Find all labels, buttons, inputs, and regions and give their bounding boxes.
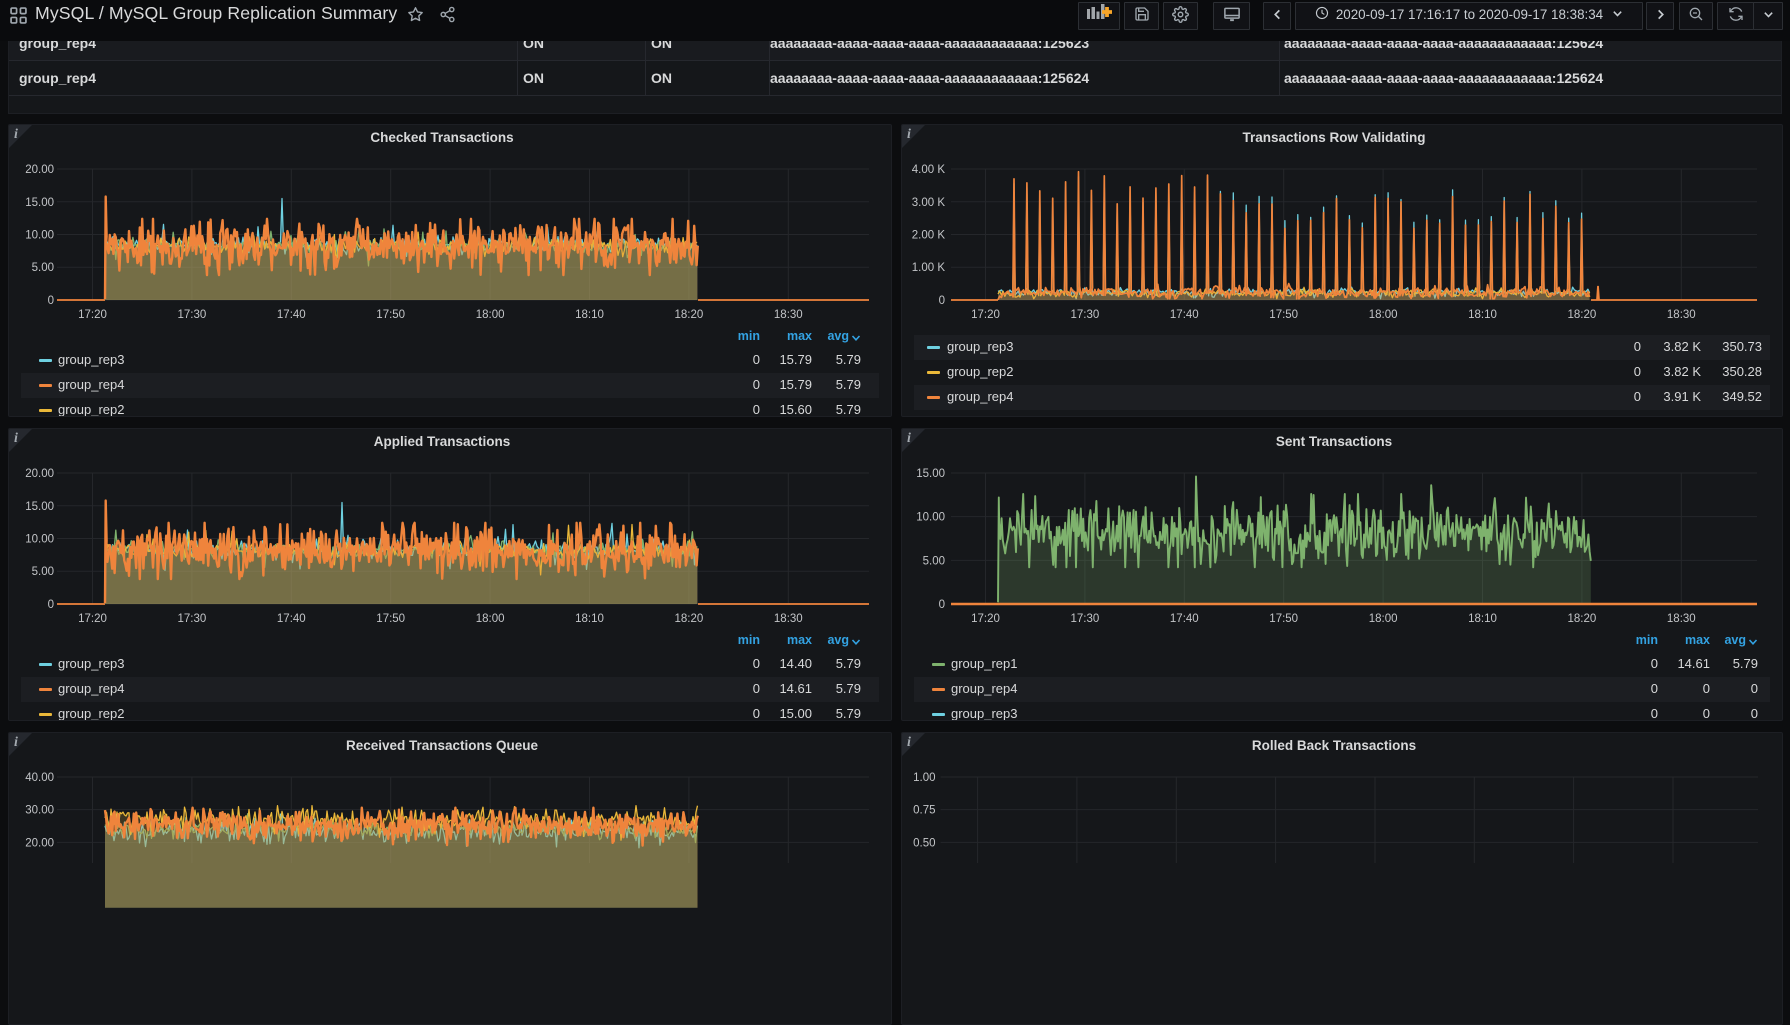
svg-text:18:30: 18:30 bbox=[1667, 613, 1696, 625]
svg-text:2.00 K: 2.00 K bbox=[912, 230, 946, 242]
svg-text:10.00: 10.00 bbox=[25, 230, 54, 242]
svg-text:5.00: 5.00 bbox=[32, 262, 54, 274]
svg-text:15.00: 15.00 bbox=[916, 468, 945, 480]
svg-text:18:30: 18:30 bbox=[774, 613, 803, 625]
svg-text:20.00: 20.00 bbox=[25, 837, 54, 849]
svg-text:18:20: 18:20 bbox=[675, 613, 704, 625]
svg-text:18:10: 18:10 bbox=[1468, 309, 1497, 321]
svg-text:17:40: 17:40 bbox=[1170, 613, 1199, 625]
svg-text:0: 0 bbox=[48, 295, 54, 307]
svg-text:17:30: 17:30 bbox=[1071, 613, 1100, 625]
svg-text:18:00: 18:00 bbox=[476, 309, 505, 321]
svg-text:0: 0 bbox=[939, 295, 945, 307]
svg-text:18:20: 18:20 bbox=[1568, 309, 1597, 321]
svg-text:1.00 K: 1.00 K bbox=[912, 262, 946, 274]
svg-text:5.00: 5.00 bbox=[32, 566, 54, 578]
svg-text:20.00: 20.00 bbox=[25, 468, 54, 480]
svg-text:17:50: 17:50 bbox=[376, 613, 405, 625]
svg-text:5.00: 5.00 bbox=[923, 555, 945, 567]
svg-text:17:30: 17:30 bbox=[178, 309, 207, 321]
svg-text:18:20: 18:20 bbox=[675, 309, 704, 321]
svg-text:0: 0 bbox=[939, 599, 945, 611]
svg-text:15.00: 15.00 bbox=[25, 197, 54, 209]
svg-text:10.00: 10.00 bbox=[25, 534, 54, 546]
svg-text:0.75: 0.75 bbox=[913, 805, 935, 817]
svg-text:17:20: 17:20 bbox=[78, 613, 107, 625]
svg-text:18:10: 18:10 bbox=[575, 309, 604, 321]
svg-text:0: 0 bbox=[48, 599, 54, 611]
svg-text:15.00: 15.00 bbox=[25, 501, 54, 513]
svg-text:17:50: 17:50 bbox=[1269, 613, 1298, 625]
svg-text:18:00: 18:00 bbox=[476, 613, 505, 625]
svg-text:18:10: 18:10 bbox=[1468, 613, 1497, 625]
svg-text:17:30: 17:30 bbox=[178, 613, 207, 625]
svg-text:17:30: 17:30 bbox=[1071, 309, 1100, 321]
svg-text:3.00 K: 3.00 K bbox=[912, 197, 946, 209]
svg-text:30.00: 30.00 bbox=[25, 805, 54, 817]
svg-text:1.00: 1.00 bbox=[913, 772, 935, 784]
svg-text:18:10: 18:10 bbox=[575, 613, 604, 625]
svg-text:40.00: 40.00 bbox=[25, 772, 54, 784]
svg-text:4.00 K: 4.00 K bbox=[912, 164, 946, 176]
svg-text:18:30: 18:30 bbox=[1667, 309, 1696, 321]
svg-text:17:50: 17:50 bbox=[1269, 309, 1298, 321]
svg-text:18:00: 18:00 bbox=[1369, 613, 1398, 625]
svg-text:0.50: 0.50 bbox=[913, 837, 935, 849]
svg-text:17:40: 17:40 bbox=[1170, 309, 1199, 321]
svg-text:17:20: 17:20 bbox=[971, 309, 1000, 321]
svg-text:17:40: 17:40 bbox=[277, 613, 306, 625]
svg-text:20.00: 20.00 bbox=[25, 164, 54, 176]
svg-text:17:50: 17:50 bbox=[376, 309, 405, 321]
svg-text:17:20: 17:20 bbox=[971, 613, 1000, 625]
svg-text:18:00: 18:00 bbox=[1369, 309, 1398, 321]
svg-text:10.00: 10.00 bbox=[916, 512, 945, 524]
svg-text:18:30: 18:30 bbox=[774, 309, 803, 321]
svg-text:17:20: 17:20 bbox=[78, 309, 107, 321]
svg-text:18:20: 18:20 bbox=[1568, 613, 1597, 625]
svg-text:17:40: 17:40 bbox=[277, 309, 306, 321]
